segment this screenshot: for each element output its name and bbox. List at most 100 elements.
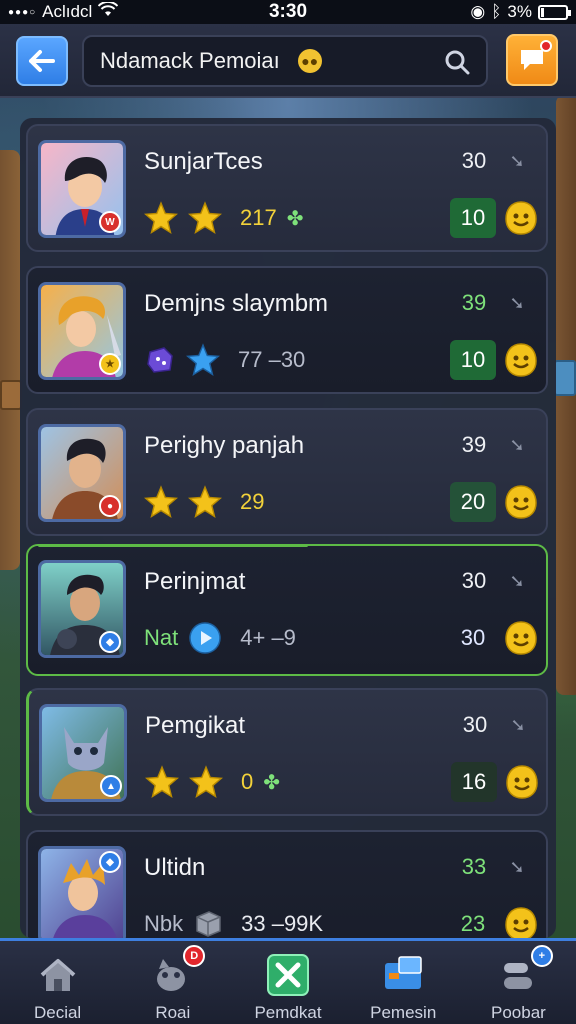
lock-rotation-icon: ◉ — [470, 2, 486, 21]
dice-gem-icon — [147, 347, 173, 373]
arrow-left-icon — [29, 50, 55, 72]
rank-badge: ● — [99, 495, 121, 517]
chevron-icon[interactable]: ➘ — [506, 570, 528, 592]
progress-bar — [38, 544, 308, 547]
star-badge: ★ — [99, 353, 121, 375]
chevron-icon[interactable]: ➘ — [506, 292, 528, 314]
player-level: 33 — [461, 854, 487, 879]
list-item[interactable]: ▲ Pemgikat 30 ➘ 0 ✤ 16 — [26, 688, 548, 816]
rank-badge: ◆ — [99, 851, 121, 873]
nav-label: Roai — [155, 1003, 191, 1022]
battery-icon — [538, 4, 571, 20]
search-icon[interactable] — [444, 49, 470, 75]
battery-percent: 3% — [507, 2, 532, 21]
home-icon — [40, 959, 75, 991]
notifications-button[interactable] — [506, 34, 558, 86]
star-icon — [188, 201, 222, 234]
player-name: Pemgikat — [145, 712, 246, 739]
nav-badge: D — [183, 945, 206, 967]
list-item[interactable]: W SunjarTces 30 ➘ 217 ✤ 10 — [26, 124, 548, 252]
bottom-nav: Decial D Roai Pemdkat Pemesin + Poobar — [0, 938, 576, 1024]
battle-icon — [267, 954, 309, 996]
carrier-label: Aclıdcl — [42, 2, 93, 21]
nav-item-pemesin[interactable]: Pemesin — [346, 941, 461, 1024]
wifi-icon — [98, 0, 119, 22]
player-level: 39 — [461, 432, 487, 457]
player-level: 30 — [462, 712, 488, 737]
score-box: 30 — [460, 625, 486, 650]
header: Ndamack Pemoiaı ●● — [0, 24, 576, 98]
list-item[interactable]: ★ Demjns slaymbm 39 ➘ 77 –30 10 — [26, 266, 548, 394]
player-level: 30 — [461, 148, 487, 173]
search-query: Ndamack Pemoiaı — [100, 48, 280, 73]
rank-badge: ▲ — [100, 775, 122, 797]
nav-item-poobar[interactable]: + Poobar — [461, 941, 576, 1024]
nav-label: Pemesin — [370, 1003, 437, 1022]
player-stat: 29 — [240, 489, 265, 514]
player-stat: 0 — [241, 769, 254, 794]
wooden-sign — [0, 380, 22, 410]
smile-coin-icon — [505, 621, 537, 655]
nav-label: Decial — [33, 1003, 82, 1022]
avatar: ◆ — [38, 846, 126, 938]
list-item[interactable]: ● Perighy panjah 39 ➘ 29 20 — [26, 408, 548, 536]
player-level: 39 — [461, 290, 487, 315]
player-name: Perinjmat — [144, 568, 246, 595]
nav-item-pemdkat[interactable]: Pemdkat — [230, 941, 345, 1024]
player-stat-prefix: Nbk — [144, 911, 184, 936]
signal-icon: ●●●○ — [8, 6, 37, 18]
smile-coin-icon — [505, 907, 537, 938]
nav-label: Pemdkat — [254, 1003, 322, 1022]
clover-icon: ✤ — [286, 207, 304, 230]
avatar: ▲ — [39, 704, 127, 802]
nav-badge: + — [530, 945, 553, 967]
player-level: 30 — [461, 568, 487, 593]
nav-label: Poobar — [491, 1003, 546, 1022]
back-button[interactable] — [16, 36, 68, 86]
player-stat: 217 — [240, 205, 277, 230]
smile-coin-icon — [505, 201, 537, 235]
player-name: SunjarTces — [144, 148, 263, 175]
chevron-icon[interactable]: ➘ — [506, 150, 528, 172]
player-stat-prefix: Nat — [144, 625, 179, 650]
score-box: 16 — [451, 762, 497, 802]
chevron-icon[interactable]: ➘ — [506, 856, 528, 878]
search-bar[interactable]: Ndamack Pemoiaı ●● — [82, 35, 488, 87]
star-icon — [144, 201, 178, 234]
star-icon — [144, 485, 178, 518]
player-stat: 33 –99K — [241, 911, 324, 936]
chevron-icon[interactable]: ➘ — [507, 714, 529, 736]
player-name: Demjns slaymbm — [144, 290, 329, 317]
score-box: 10 — [450, 198, 496, 238]
player-name: Perighy panjah — [144, 432, 305, 459]
list-item[interactable]: ◆ Ultidn 33 ➘ Nbk 33 –99K 23 — [26, 830, 548, 938]
clock: 3:30 — [268, 1, 308, 22]
smile-coin-icon — [505, 485, 537, 519]
smile-coin-icon — [505, 343, 537, 377]
star-icon — [188, 485, 222, 518]
player-stat: 77 –30 — [238, 347, 306, 372]
score-box: 20 — [450, 482, 496, 522]
nav-item-decial[interactable]: Decial — [0, 941, 115, 1024]
emoji-icon: ●● — [297, 49, 322, 73]
smile-coin-icon — [506, 765, 538, 799]
player-list: W SunjarTces 30 ➘ 217 ✤ 10 ★ Demjns slay — [20, 118, 556, 938]
stone-block-icon — [196, 911, 221, 937]
rank-badge: W — [99, 211, 121, 233]
nav-item-roai[interactable]: D Roai — [115, 941, 230, 1024]
status-bar: ●●●○ Aclıdcl 3:30 ◉ ᛒ 3% — [0, 0, 576, 24]
score-box: 23 — [460, 911, 486, 936]
star-icon — [145, 765, 179, 798]
bluetooth-icon: ᛒ — [491, 2, 502, 21]
score-box: 10 — [450, 340, 496, 380]
avatar: ★ — [38, 282, 126, 380]
notification-dot — [540, 40, 552, 52]
avatar: ● — [38, 424, 126, 522]
play-icon — [189, 622, 221, 654]
chevron-icon[interactable]: ➘ — [506, 434, 528, 456]
blue-star-icon — [186, 343, 220, 376]
shop-icon — [385, 956, 422, 989]
star-icon — [189, 765, 223, 798]
avatar: W — [38, 140, 126, 238]
list-item-selected[interactable]: ◆ Perinjmat 30 ➘ Nat 4+ –9 30 — [26, 544, 548, 676]
